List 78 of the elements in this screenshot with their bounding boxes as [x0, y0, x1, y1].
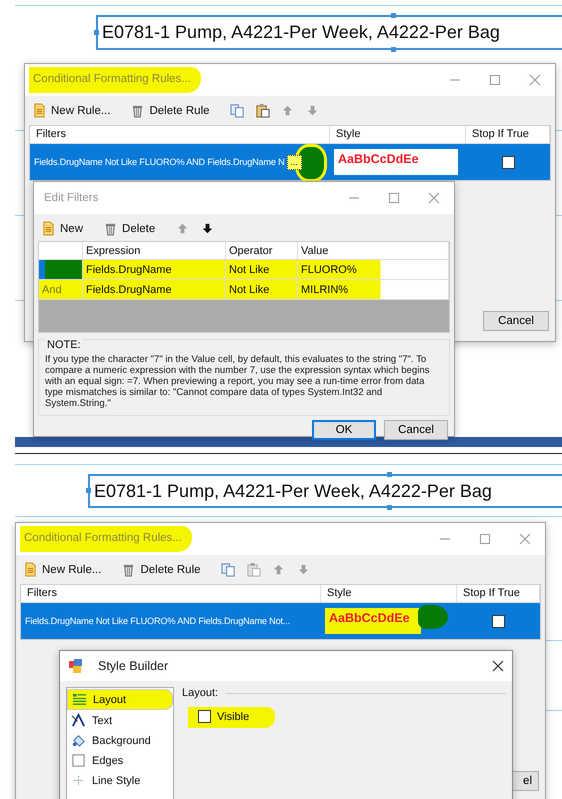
- filter-row[interactable]: Fields.DrugName Not Like FLUORO%: [39, 260, 449, 280]
- table-cell: MILRIN%: [298, 280, 449, 299]
- category-item[interactable]: Background: [67, 731, 173, 750]
- table-cell: FLUORO%: [298, 260, 449, 279]
- column-header[interactable]: Style: [321, 585, 457, 602]
- delete-tool-button[interactable]: Delete Rule: [127, 102, 213, 119]
- rule-row[interactable]: Fields.DrugName Not Like FLUORO% AND Fields.DrugName N ... AaBbCcDdEe: [30, 144, 550, 180]
- category-item[interactable]: Line Style: [67, 771, 173, 790]
- resize-handle[interactable]: [94, 30, 99, 34]
- delete-tool-button[interactable]: Delete: [100, 220, 158, 237]
- cancel-button[interactable]: Cancel: [483, 311, 549, 331]
- window-title: Conditional Formatting Rules...: [20, 526, 192, 552]
- window-title: Style Builder: [97, 658, 170, 675]
- window-title: Edit Filters: [43, 191, 100, 206]
- category-item[interactable]: Layout: [67, 689, 173, 710]
- row-selector[interactable]: [39, 260, 83, 279]
- document-icon: [41, 221, 56, 236]
- table-cell: Not Like: [226, 260, 298, 279]
- new-tool-button[interactable]: New Rule...: [29, 102, 114, 119]
- report-title-textbox[interactable]: E0781-1 Pump, A4221-Per Week, A4222-Per Bag: [96, 15, 562, 50]
- paste-icon: [254, 103, 270, 118]
- copy-icon: [230, 103, 245, 118]
- resize-handle[interactable]: [86, 488, 91, 493]
- maximize-icon[interactable]: [489, 74, 501, 86]
- column-header[interactable]: Style: [330, 126, 466, 143]
- layout-icon: [72, 692, 87, 707]
- column-header[interactable]: Stop If True: [466, 126, 550, 143]
- close-icon[interactable]: [492, 660, 504, 672]
- new-tool-button[interactable]: New Rule...: [20, 561, 104, 578]
- report-title-text: E0781-1 Pump, A4221-Per Week, A4222-Per Bag: [94, 480, 492, 502]
- paint-bucket-icon: [71, 733, 86, 748]
- section-label: Layout:: [182, 687, 218, 699]
- copy-icon: [220, 562, 236, 577]
- filter-text: Fields.DrugName Not Like FLUORO% AND Fields.DrugName N: [34, 157, 285, 167]
- stop-if-true-checkbox[interactable]: [492, 614, 505, 628]
- filter-text: Fields.DrugName Not Like FLUORO% AND Fields.DrugName Not...: [25, 616, 290, 626]
- rule-row[interactable]: Fields.DrugName Not Like FLUORO% AND Fields.DrugName Not... AaBbCcDdEe: [21, 603, 540, 639]
- palette-icon: [68, 658, 84, 674]
- resize-handle[interactable]: [391, 47, 396, 52]
- text-icon: [71, 713, 86, 728]
- resize-handle[interactable]: [387, 472, 392, 477]
- resize-handle[interactable]: [391, 13, 396, 18]
- style-preview[interactable]: AaBbCcDdEe: [325, 608, 421, 634]
- category-item[interactable]: Text: [67, 711, 173, 730]
- ok-button[interactable]: OK: [312, 420, 376, 440]
- column-header[interactable]: Operator: [226, 242, 298, 259]
- window-title: Conditional Formatting Rules...: [29, 67, 201, 93]
- visible-checkbox[interactable]: Visible: [188, 707, 276, 728]
- maximize-icon[interactable]: [479, 533, 491, 545]
- stop-if-true-checkbox[interactable]: [502, 156, 514, 168]
- document-icon: [32, 103, 47, 118]
- filter-row[interactable]: And Fields.DrugName Not Like MILRIN%: [39, 280, 449, 300]
- report-title-textbox[interactable]: E0781-1 Pump, A4221-Per Week, A4222-Per Bag: [88, 474, 562, 508]
- crosshair-icon: [71, 773, 86, 788]
- square-icon: [71, 753, 86, 768]
- note-title: NOTE:: [45, 339, 83, 351]
- column-header[interactable]: Expression: [83, 242, 226, 259]
- new-tool-button[interactable]: New: [38, 220, 86, 237]
- table-cell: Fields.DrugName: [83, 280, 226, 299]
- delete-tool-button[interactable]: Delete Rule: [118, 561, 204, 578]
- cancel-button[interactable]: Cancel: [384, 420, 448, 440]
- row-selector[interactable]: And: [39, 280, 83, 299]
- column-header[interactable]: Stop If True: [457, 585, 540, 602]
- category-item[interactable]: Edges: [67, 751, 173, 770]
- resize-handle[interactable]: [387, 505, 392, 510]
- style-preview[interactable]: AaBbCcDdEe: [334, 149, 458, 175]
- edit-filter-button[interactable]: ...: [286, 154, 302, 170]
- column-header[interactable]: Value: [298, 242, 449, 259]
- paste-icon: [246, 562, 261, 577]
- column-header[interactable]: Filters: [21, 585, 321, 602]
- table-cell: Not Like: [226, 280, 298, 299]
- marker-scribble: [298, 147, 324, 179]
- report-title-text: E0781-1 Pump, A4221-Per Week, A4222-Per Bag: [102, 22, 500, 43]
- note-text: If you type the character "7" in the Value cell, by default, this evaluates to the string "7". To compare a numeric expression with the number 7, use the expression syntax which begins with an equal sign: =7. When previewing a report, you may see a run-time error from data type mismatches is similar to: "Cannot compare data of types System.Int32 and System.String.": [45, 354, 430, 409]
- column-header[interactable]: Filters: [30, 126, 330, 143]
- document-icon: [23, 562, 38, 577]
- table-cell: Fields.DrugName: [83, 260, 226, 279]
- maximize-icon[interactable]: [388, 192, 400, 204]
